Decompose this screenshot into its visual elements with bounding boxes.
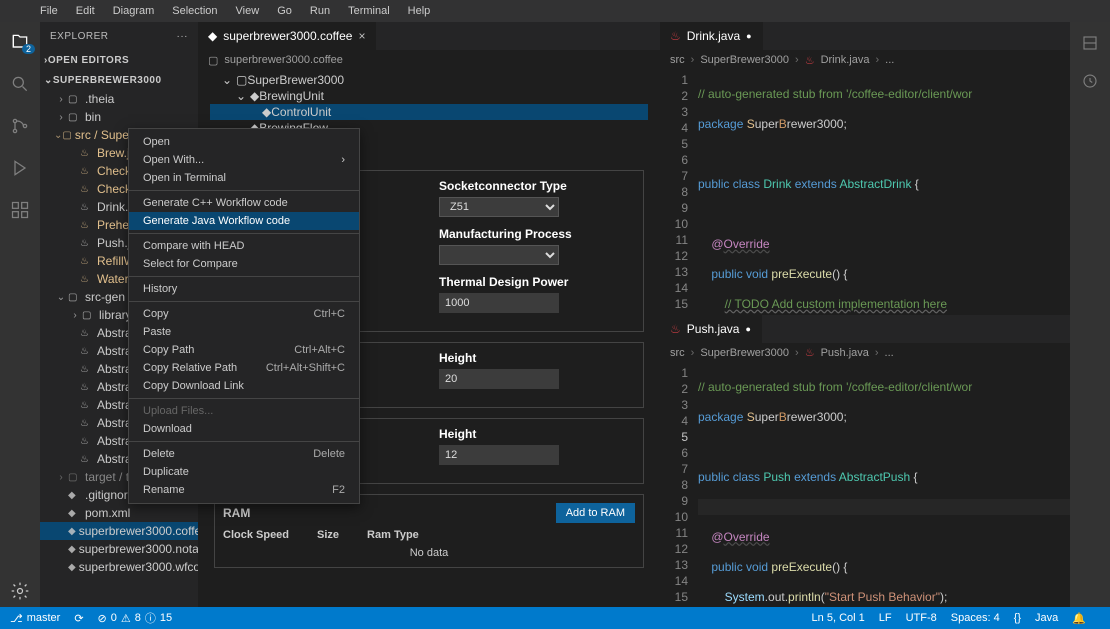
code-editor-push[interactable]: 123456789101112131415161718 // auto-gene…: [660, 363, 1110, 608]
menu-bar[interactable]: File Edit Diagram Selection View Go Run …: [0, 0, 1110, 22]
explorer-badge: 2: [22, 44, 35, 54]
menu-go[interactable]: Go: [277, 5, 292, 17]
menu-item[interactable]: RenameF2: [129, 481, 359, 499]
outline-control[interactable]: ◆ ControlUnit: [210, 104, 648, 120]
menu-edit[interactable]: Edit: [76, 5, 95, 17]
right-editor-group: ♨Drink.java● src› SuperBrewer3000› ♨Drin…: [660, 22, 1110, 607]
status-eol[interactable]: LF: [879, 612, 892, 624]
display-height-input[interactable]: [439, 369, 559, 389]
menu-selection[interactable]: Selection: [172, 5, 217, 17]
menu-view[interactable]: View: [236, 5, 260, 17]
tab-drink[interactable]: ♨Drink.java●: [660, 22, 763, 50]
menu-item[interactable]: Open: [129, 133, 359, 151]
outline-root[interactable]: ⌄▢ SuperBrewer3000: [210, 72, 648, 88]
menu-item[interactable]: Upload Files...: [129, 402, 359, 420]
menu-item[interactable]: History: [129, 280, 359, 298]
debug-icon[interactable]: [8, 156, 32, 180]
menu-file[interactable]: File: [40, 5, 58, 17]
menu-item[interactable]: Download: [129, 420, 359, 438]
menu-diagram[interactable]: Diagram: [113, 5, 155, 17]
menu-run[interactable]: Run: [310, 5, 330, 17]
gutter: 123456789101112131415161718: [660, 363, 698, 608]
right-panel-icon-2[interactable]: [1081, 72, 1099, 90]
status-lang1[interactable]: {}: [1014, 612, 1021, 624]
ram-nodata: No data: [223, 547, 635, 559]
socket-label: Socketconnector Type: [439, 179, 635, 193]
status-bar: ⎇ master ⟳ ⊘ 0 ⚠ 8 ⓘ 15 Ln 5, Col 1 LF U…: [0, 607, 1110, 629]
status-branch[interactable]: ⎇ master: [10, 612, 60, 625]
gear-icon[interactable]: [10, 581, 30, 601]
search-icon[interactable]: [8, 72, 32, 96]
ram-title: RAM: [223, 506, 250, 520]
folder-bin[interactable]: ›▢bin: [40, 108, 198, 126]
dim-height-label: Height: [439, 427, 635, 441]
menu-terminal[interactable]: Terminal: [348, 5, 390, 17]
col-type: Ram Type: [367, 529, 419, 541]
mfg-label: Manufacturing Process: [439, 227, 635, 241]
tdp-label: Thermal Design Power: [439, 275, 635, 289]
add-ram-button[interactable]: Add to RAM: [556, 503, 635, 523]
breadcrumb-drink[interactable]: src› SuperBrewer3000› ♨Drink.java› ...: [660, 50, 1110, 70]
mfg-select[interactable]: [439, 245, 559, 265]
code-lines: // auto-generated stub from '/coffee-edi…: [698, 70, 1070, 315]
code-lines: // auto-generated stub from '/coffee-edi…: [698, 363, 1070, 608]
col-clock: Clock Speed: [223, 529, 289, 541]
status-sync[interactable]: ⟳: [74, 612, 83, 625]
sidebar-title: EXPLORER: [50, 31, 108, 42]
file-wfconfig[interactable]: ◆superbrewer3000.wfconfig: [40, 558, 198, 576]
sidebar-more-icon[interactable]: ···: [177, 31, 189, 42]
menu-item[interactable]: Compare with HEAD: [129, 237, 359, 255]
status-encoding[interactable]: UTF-8: [906, 612, 937, 624]
menu-item[interactable]: Copy Relative PathCtrl+Alt+Shift+C: [129, 359, 359, 377]
tab-coffee[interactable]: ◆superbrewer3000.coffee×: [198, 22, 376, 50]
activity-bar: 2: [0, 22, 40, 607]
status-spaces[interactable]: Spaces: 4: [951, 612, 1000, 624]
menu-item[interactable]: Open in Terminal: [129, 169, 359, 187]
menu-item[interactable]: Copy PathCtrl+Alt+C: [129, 341, 359, 359]
tab-push[interactable]: ♨Push.java●: [660, 315, 762, 343]
extensions-icon[interactable]: [8, 198, 32, 222]
open-editors-section[interactable]: ›OPEN EDITORS: [40, 50, 198, 70]
socket-select[interactable]: Z51: [439, 197, 559, 217]
breadcrumb-left[interactable]: ▢superbrewer3000.coffee: [198, 50, 660, 70]
workspace-section[interactable]: ⌄SUPERBREWER3000: [40, 70, 198, 90]
display-height-label: Height: [439, 351, 635, 365]
status-lang2[interactable]: Java: [1035, 612, 1058, 624]
close-icon[interactable]: ×: [358, 29, 365, 43]
menu-item[interactable]: Paste: [129, 323, 359, 341]
status-bell-icon[interactable]: 🔔: [1072, 612, 1086, 625]
menu-item[interactable]: Generate C++ Workflow code: [129, 194, 359, 212]
file-coffee[interactable]: ◆superbrewer3000.coffee: [40, 522, 198, 540]
source-control-icon[interactable]: [8, 114, 32, 138]
menu-item[interactable]: DeleteDelete: [129, 445, 359, 463]
menu-item[interactable]: CopyCtrl+C: [129, 305, 359, 323]
breadcrumb-push[interactable]: src› SuperBrewer3000› ♨Push.java› ...: [660, 343, 1110, 363]
status-problems[interactable]: ⊘ 0 ⚠ 8 ⓘ 15: [98, 610, 173, 626]
status-cursor[interactable]: Ln 5, Col 1: [812, 612, 865, 624]
menu-item[interactable]: Generate Java Workflow code: [129, 212, 359, 230]
folder-theia[interactable]: ›▢.theia: [40, 90, 198, 108]
menu-item[interactable]: Open With...›: [129, 151, 359, 169]
file-pom[interactable]: ◆pom.xml: [40, 504, 198, 522]
menu-item[interactable]: Select for Compare: [129, 255, 359, 273]
gutter: 123456789101112131415161718: [660, 70, 698, 315]
outline-unit[interactable]: ⌄◆ BrewingUnit: [210, 88, 648, 104]
tdp-input[interactable]: [439, 293, 559, 313]
context-menu: OpenOpen With...›Open in Terminal Generat…: [128, 128, 360, 504]
menu-item[interactable]: Copy Download Link: [129, 377, 359, 395]
dirty-icon: ●: [745, 324, 750, 334]
right-panel-icon-1[interactable]: [1081, 34, 1099, 52]
col-size: Size: [317, 529, 339, 541]
menu-item[interactable]: Duplicate: [129, 463, 359, 481]
code-editor-drink[interactable]: 123456789101112131415161718 // auto-gene…: [660, 70, 1110, 315]
right-activity-bar: [1070, 22, 1110, 607]
file-notation[interactable]: ◆superbrewer3000.notation: [40, 540, 198, 558]
dirty-icon: ●: [746, 31, 751, 41]
dim-height-input[interactable]: [439, 445, 559, 465]
menu-help[interactable]: Help: [408, 5, 431, 17]
